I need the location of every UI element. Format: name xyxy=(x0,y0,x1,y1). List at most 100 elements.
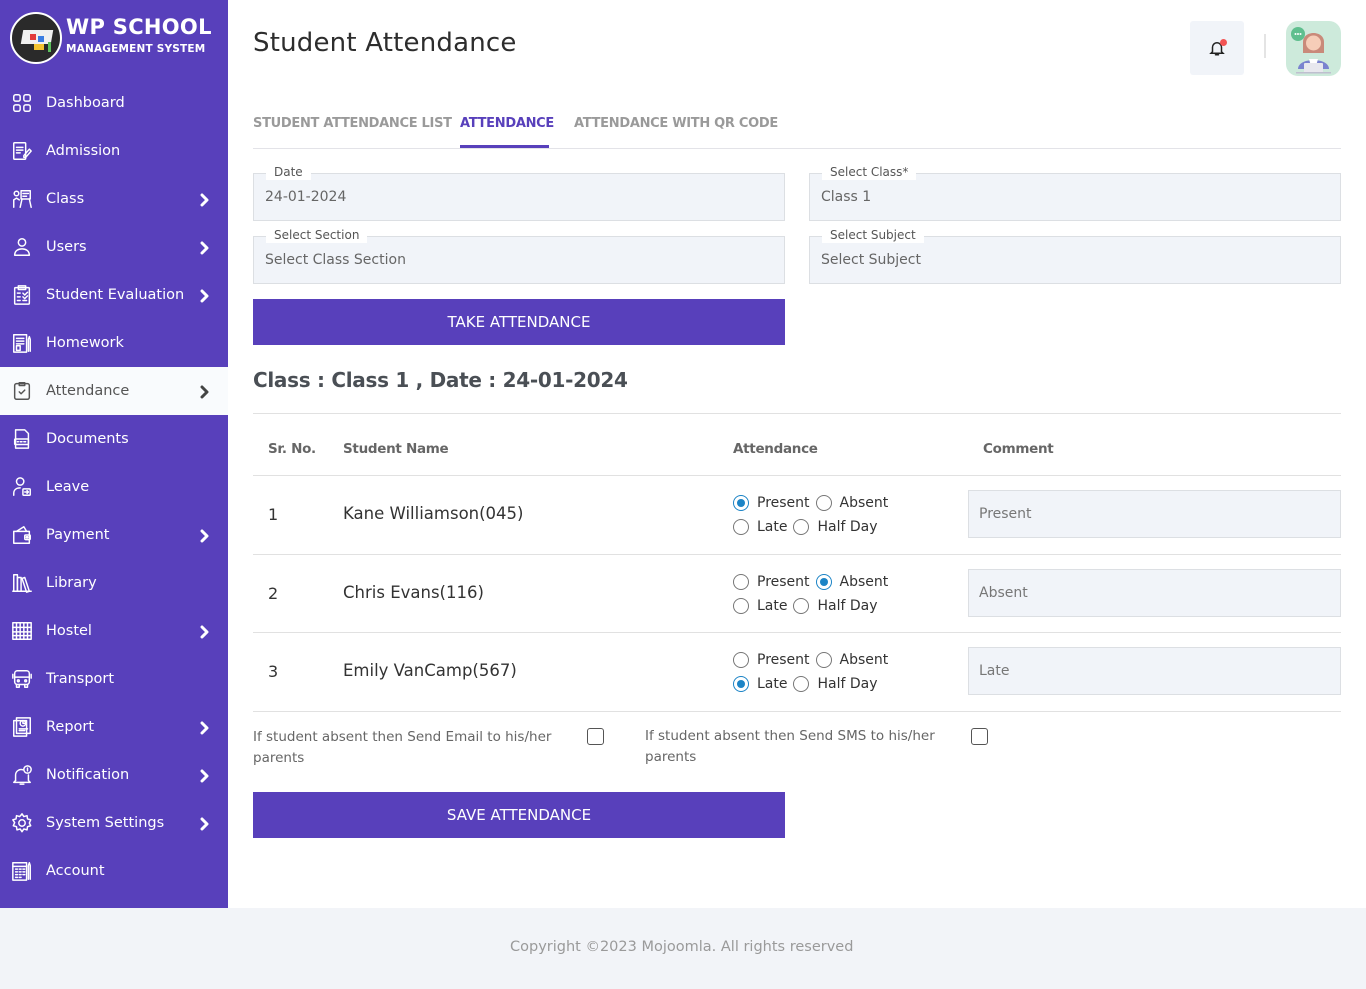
app-logo[interactable]: WP SCHOOL MANAGEMENT SYSTEM xyxy=(10,11,225,65)
hostel-building-icon xyxy=(11,620,33,642)
radio-absent[interactable] xyxy=(815,574,832,590)
homework-notebook-icon xyxy=(11,332,33,354)
sidebar-item-label: Account xyxy=(46,863,105,879)
sidebar-item-dashboard[interactable]: Dashboard xyxy=(0,79,228,127)
row-divider xyxy=(253,632,1341,633)
radio-present[interactable] xyxy=(733,574,749,590)
sidebar-item-label: Notification xyxy=(46,767,130,783)
sr-no-cell: 2 xyxy=(268,584,279,603)
sidebar-item-users[interactable]: Users xyxy=(0,223,228,271)
wallet-icon xyxy=(11,524,33,546)
sidebar-item-label: Class xyxy=(46,191,85,207)
tab-attendance-with-qr-code[interactable]: ATTENDANCE WITH QR CODE xyxy=(574,116,778,131)
sidebar-item-notification[interactable]: Notification xyxy=(0,751,228,799)
logo-subtitle: MANAGEMENT SYSTEM xyxy=(66,43,206,55)
section-select-label: Select Section xyxy=(266,227,368,243)
sidebar-item-label: Student Evaluation xyxy=(46,287,185,303)
active-tab-indicator xyxy=(460,145,549,148)
section-select[interactable]: Select Section Select Class Section xyxy=(253,227,785,284)
sidebar-item-homework[interactable]: Homework xyxy=(0,319,228,367)
sidebar-item-label: Admission xyxy=(46,143,121,159)
row-divider xyxy=(253,554,1341,555)
radio-late[interactable] xyxy=(733,519,749,535)
radio-absent[interactable] xyxy=(815,495,832,511)
sidebar-item-attendance[interactable]: Attendance xyxy=(0,367,228,415)
sidebar-item-admission[interactable]: Admission xyxy=(0,127,228,175)
comment-input[interactable]: Absent xyxy=(968,569,1341,617)
radio-half-day[interactable] xyxy=(793,676,810,692)
evaluation-clipboard-icon xyxy=(11,284,33,306)
sidebar-item-library[interactable]: Library xyxy=(0,559,228,607)
sidebar-item-student-evaluation[interactable]: Student Evaluation xyxy=(0,271,228,319)
subject-select[interactable]: Select Subject Select Subject xyxy=(809,227,1341,284)
radio-label: Present xyxy=(757,652,810,668)
document-file-icon xyxy=(11,428,33,450)
logo-graduation-cap-icon xyxy=(10,12,62,64)
chevron-right-icon xyxy=(200,768,210,783)
chevron-right-icon xyxy=(200,528,210,543)
chevron-right-icon xyxy=(200,624,210,639)
column-header-student-name: Student Name xyxy=(343,441,449,457)
sidebar-nav: Dashboard Admission Class Users Student Eval… xyxy=(0,79,228,895)
attendance-checkbox-icon xyxy=(11,380,33,402)
section-select-value: Select Class Section xyxy=(265,252,406,268)
date-field-label: Date xyxy=(266,164,311,180)
notification-button[interactable] xyxy=(1190,21,1244,75)
student-name-cell: Emily VanCamp(567) xyxy=(343,661,517,680)
sidebar-item-class[interactable]: Class xyxy=(0,175,228,223)
attendance-options-row-1: Present Absent xyxy=(733,650,894,670)
class-select-label: Select Class* xyxy=(822,164,917,180)
radio-absent[interactable] xyxy=(815,652,832,668)
tab-student-attendance-list[interactable]: STUDENT ATTENDANCE LIST xyxy=(253,116,452,131)
sidebar-item-hostel[interactable]: Hostel xyxy=(0,607,228,655)
class-select-value: Class 1 xyxy=(821,189,872,205)
report-icon xyxy=(11,716,33,738)
gear-icon xyxy=(11,812,33,834)
column-header-comment: Comment xyxy=(983,441,1054,457)
radio-half-day[interactable] xyxy=(793,598,810,614)
dashboard-grid-icon xyxy=(11,92,33,114)
sms-notify-checkbox[interactable] xyxy=(971,728,988,745)
comment-input[interactable]: Present xyxy=(968,490,1341,538)
tab-bar: STUDENT ATTENDANCE LIST ATTENDANCE ATTEN… xyxy=(253,100,1341,149)
radio-label: Late xyxy=(757,598,788,614)
take-attendance-button[interactable]: TAKE ATTENDANCE xyxy=(253,299,785,345)
radio-half-day[interactable] xyxy=(793,519,810,535)
sr-no-cell: 3 xyxy=(268,662,279,681)
sidebar-item-label: Hostel xyxy=(46,623,92,639)
sidebar-item-leave[interactable]: Leave xyxy=(0,463,228,511)
sidebar-item-documents[interactable]: Documents xyxy=(0,415,228,463)
chevron-right-icon xyxy=(200,816,210,831)
sidebar-item-report[interactable]: Report xyxy=(0,703,228,751)
radio-label: Absent xyxy=(839,495,889,511)
tab-attendance[interactable]: ATTENDANCE xyxy=(460,116,554,131)
account-ledger-icon xyxy=(11,860,33,882)
email-notify-checkbox[interactable] xyxy=(587,728,604,745)
comment-input[interactable]: Late xyxy=(968,647,1341,695)
avatar[interactable] xyxy=(1286,21,1341,76)
chevron-right-icon xyxy=(200,720,210,735)
class-select[interactable]: Select Class* Class 1 xyxy=(809,164,1341,221)
sidebar-item-label: Payment xyxy=(46,527,110,543)
column-header-sr-no: Sr. No. xyxy=(268,441,316,457)
sidebar: WP SCHOOL MANAGEMENT SYSTEM Dashboard Adm… xyxy=(0,0,228,908)
date-field[interactable]: Date 24-01-2024 xyxy=(253,164,785,221)
radio-late[interactable] xyxy=(733,598,749,614)
radio-present[interactable] xyxy=(733,652,749,668)
sidebar-item-label: Transport xyxy=(46,671,115,687)
chevron-right-icon xyxy=(200,192,210,207)
column-header-attendance: Attendance xyxy=(733,441,818,457)
sidebar-item-payment[interactable]: Payment xyxy=(0,511,228,559)
attendance-options-row-1: Present Absent xyxy=(733,572,894,592)
sidebar-item-label: System Settings xyxy=(46,815,165,831)
bus-icon xyxy=(11,668,33,690)
sidebar-item-transport[interactable]: Transport xyxy=(0,655,228,703)
sidebar-item-system-settings[interactable]: System Settings xyxy=(0,799,228,847)
radio-late[interactable] xyxy=(733,676,749,692)
radio-present[interactable] xyxy=(733,495,749,511)
save-attendance-button[interactable]: SAVE ATTENDANCE xyxy=(253,792,785,838)
sidebar-item-label: Documents xyxy=(46,431,129,447)
radio-label: Present xyxy=(757,495,810,511)
attendance-options-row-2: Late Half Day xyxy=(733,517,884,537)
sidebar-item-account[interactable]: Account xyxy=(0,847,228,895)
